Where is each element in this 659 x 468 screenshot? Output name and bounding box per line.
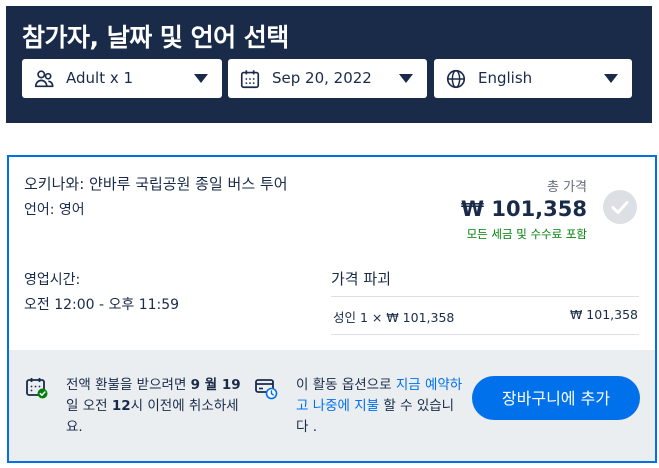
price-breakdown-label: 가격 파괴 [331,270,391,288]
add-to-cart-button[interactable]: 장바구니에 추가 [472,376,640,420]
language-select[interactable]: English [434,59,632,98]
participants-select[interactable]: Adult x 1 [22,59,222,98]
selected-check-icon [603,190,637,224]
calendar-check-icon [26,378,48,399]
cancel-deadline-date: 9 월 19 [190,377,241,393]
activity-option-card[interactable]: 오키나와: 얀바루 국립공원 종일 버스 투어 언어: 영어 총 가격 ₩ 10… [7,155,657,463]
free-cancellation-text: 전액 환불을 받으려면 9 월 19일 오전 12시 이전에 취소하세요. [66,375,246,438]
opening-hours-label: 영업시간: [24,272,81,288]
people-icon [34,70,54,88]
option-footer: 전액 환불을 받으려면 9 월 19일 오전 12시 이전에 취소하세요. 이 … [9,350,655,461]
date-value: Sep 20, 2022 [272,69,372,87]
divider [331,334,639,335]
cancel-text-part: 일 오전 [66,398,112,414]
cancel-text-part: 전액 환불을 받으려면 [66,377,191,393]
cancel-deadline-hour: 12 [111,398,131,414]
total-price: ₩ 101,358 [460,197,587,221]
breakdown-amount: ₩ 101,358 [569,307,638,322]
language-value: English [478,69,533,87]
option-title: 오키나와: 얀바루 국립공원 종일 버스 투어 [24,175,288,193]
divider [331,296,639,297]
total-price-label: 총 가격 [546,180,587,195]
chevron-down-icon [604,74,618,83]
booking-header: 참가자, 날짜 및 언어 선택 Adult x 1 Sep 20, 2022 E… [6,6,652,123]
opening-hours-value: 오전 12:00 - 오후 11:59 [24,297,180,313]
breakdown-description: 성인 1 × ₩ 101,358 [333,310,455,325]
reserve-text-part: 이 활동 옵션으로 [296,377,396,393]
tax-note: 모든 세금 및 수수료 포함 [466,227,587,241]
reserve-now-pay-later-text: 이 활동 옵션으로 지금 예약하고 나중에 지불 할 수 있습니다 . [296,375,466,438]
participants-value: Adult x 1 [66,69,134,87]
calendar-icon [240,70,260,89]
option-language: 언어: 영어 [24,202,85,218]
card-clock-icon [255,379,278,400]
date-select[interactable]: Sep 20, 2022 [228,59,427,98]
globe-icon [446,69,466,89]
chevron-down-icon [399,74,413,83]
chevron-down-icon [194,74,208,83]
page-title: 참가자, 날짜 및 언어 선택 [22,23,289,52]
